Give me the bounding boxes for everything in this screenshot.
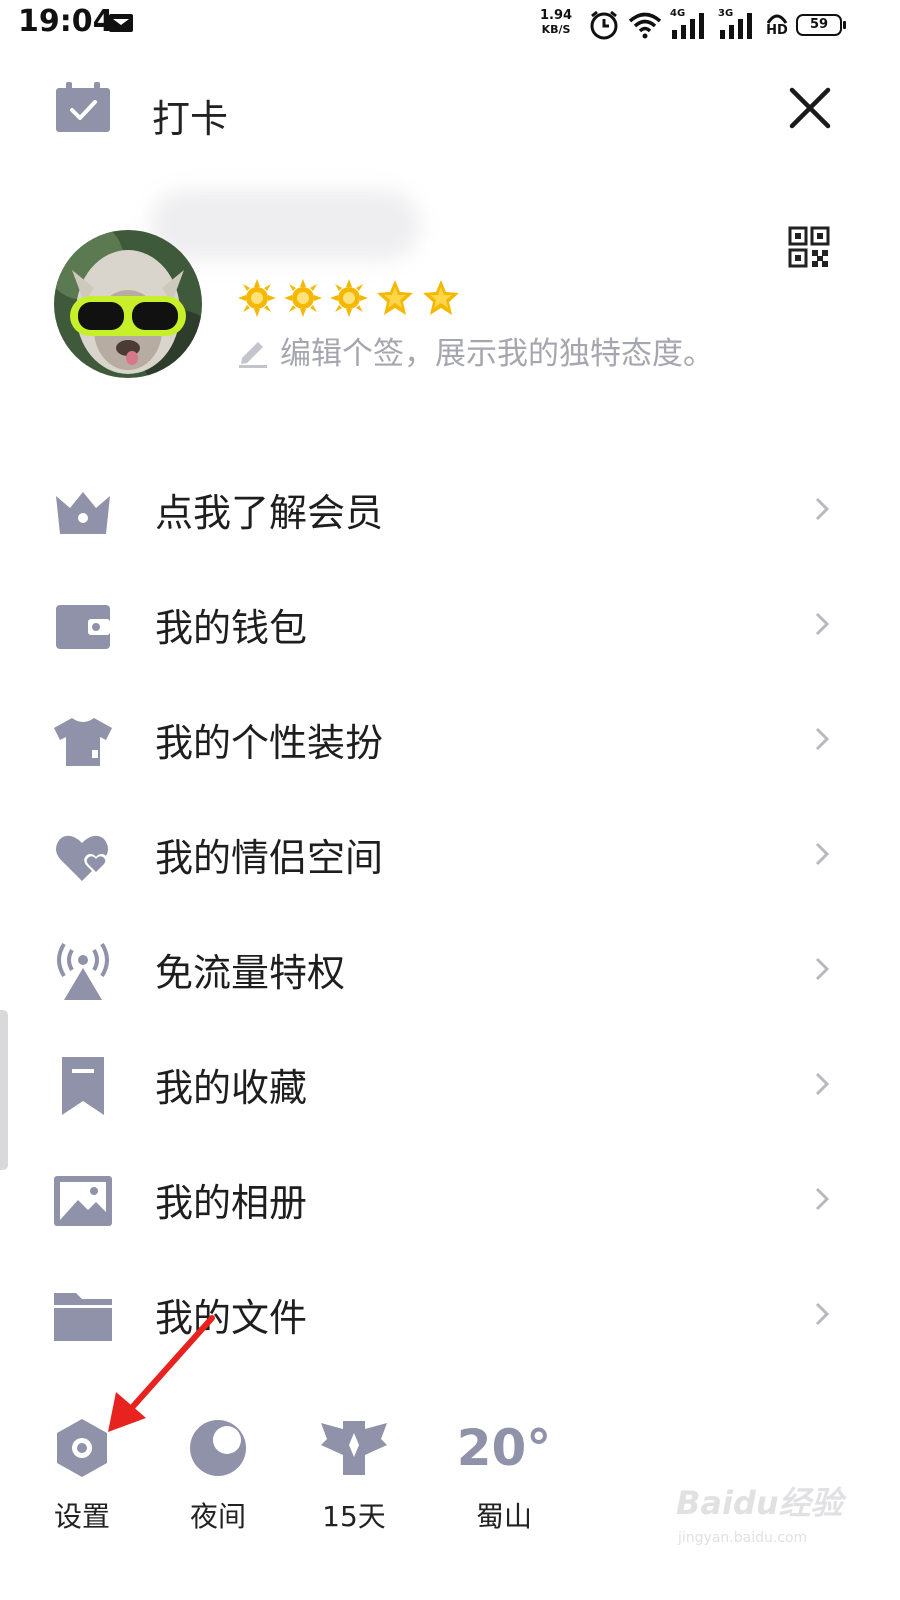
moon-icon [190,1420,246,1476]
menu-item-label: 点我了解会员 [155,491,384,535]
calendar-check-icon [56,82,110,132]
star-icon [377,280,413,315]
profile-section: 编辑个签，展示我的独特态度。 [0,190,900,410]
hearts-icon [56,835,108,881]
menu-item-favorites[interactable]: 我的收藏 [0,1027,900,1142]
menu-item-wallet[interactable]: 我的钱包 [0,567,900,682]
network-speed-unit: KB/S [541,23,571,36]
drawer-menu: 点我了解会员 我的钱包 我的个性装扮 我的情侣空间 免流量特权 我的收藏 我的相… [0,452,900,1372]
network-speed: 1.94 KB/S [540,9,572,37]
menu-item-label: 免流量特权 [155,951,346,995]
chevron-right-icon [815,842,830,866]
active-days-button[interactable]: 15天 [294,1415,414,1535]
menu-item-label: 我的相册 [155,1181,308,1225]
checkin-button[interactable]: 打卡 [54,82,314,141]
alarm-icon [590,10,618,40]
menu-item-free-data[interactable]: 免流量特权 [0,912,900,1027]
chevron-right-icon [815,727,830,751]
hd-label: HD [766,23,788,38]
menu-item-couple-space[interactable]: 我的情侣空间 [0,797,900,912]
menu-item-label: 我的情侣空间 [155,836,384,880]
star-icon [423,280,459,315]
menu-item-label: 我的个性装扮 [155,721,384,765]
chevron-right-icon [815,1302,830,1326]
signal-3g: 3G [718,8,758,40]
message-notification-icon [109,14,133,32]
night-mode-label: 夜间 [189,1500,246,1533]
status-time: 19:04 [18,4,114,39]
chevron-right-icon [815,957,830,981]
battery-indicator: 59 [796,14,846,36]
watermark-logo: Baidu经验 [676,1484,843,1522]
settings-label: 设置 [53,1500,110,1533]
battery-level: 59 [809,17,829,32]
qr-code-icon[interactable] [788,226,830,268]
sun-icon [238,279,276,317]
level-badges[interactable] [237,278,461,318]
avatar[interactable] [54,230,202,378]
network-speed-value: 1.94 [540,8,573,23]
hd-voice-indicator: HD [766,13,788,37]
menu-item-files[interactable]: 我的文件 [0,1257,900,1372]
gear-icon [57,1419,107,1477]
weather-widget[interactable]: 20° 蜀山 [444,1415,564,1535]
status-icons: 4G 3G HD 59 [588,8,846,42]
tshirt-icon [54,718,112,766]
checkin-label: 打卡 [152,97,229,141]
weather-temperature: 20° [456,1419,552,1477]
menu-item-label: 我的文件 [155,1296,308,1340]
weather-city: 蜀山 [475,1500,532,1533]
close-icon[interactable] [786,84,834,132]
menu-item-personalize[interactable]: 我的个性装扮 [0,682,900,797]
watermark-url: jingyan.baidu.com [678,1530,808,1546]
edge-drag-handle[interactable] [0,1010,8,1170]
avatar-image [54,230,202,378]
signature-edit[interactable]: 编辑个签，展示我的独特态度。 [236,328,714,373]
chevron-right-icon [815,612,830,636]
sun-icon [330,279,368,317]
chevron-right-icon [815,497,830,521]
night-mode-button[interactable]: 夜间 [158,1415,278,1535]
bookmark-icon [62,1057,104,1115]
wallet-icon [56,605,110,649]
folder-icon [54,1293,112,1341]
active-days-label: 15天 [322,1500,386,1533]
antenna-icon [57,942,109,1000]
signature-placeholder: 编辑个签，展示我的独特态度。 [280,336,714,372]
menu-item-label: 我的收藏 [155,1066,308,1110]
signal-4g: 4G [670,8,710,40]
wifi-icon [628,12,662,39]
menu-item-label: 我的钱包 [155,606,308,650]
baidu-watermark: Baidu经验 jingyan.baidu.com [672,1478,852,1558]
settings-button[interactable]: 设置 [22,1415,142,1535]
signal-bars-icon [672,13,704,39]
crown-icon [56,492,110,534]
winged-badge-icon [321,1421,387,1475]
menu-item-vip[interactable]: 点我了解会员 [0,452,900,567]
signal-bars-icon [720,13,752,39]
pencil-icon [239,341,267,368]
photo-icon [54,1176,112,1226]
menu-item-album[interactable]: 我的相册 [0,1142,900,1257]
status-bar: 19:04 1.94 KB/S 4G 3G HD 59 [0,0,900,50]
chevron-right-icon [815,1187,830,1211]
nickname-blurred [150,190,420,260]
sun-icon [284,279,322,317]
chevron-right-icon [815,1072,830,1096]
